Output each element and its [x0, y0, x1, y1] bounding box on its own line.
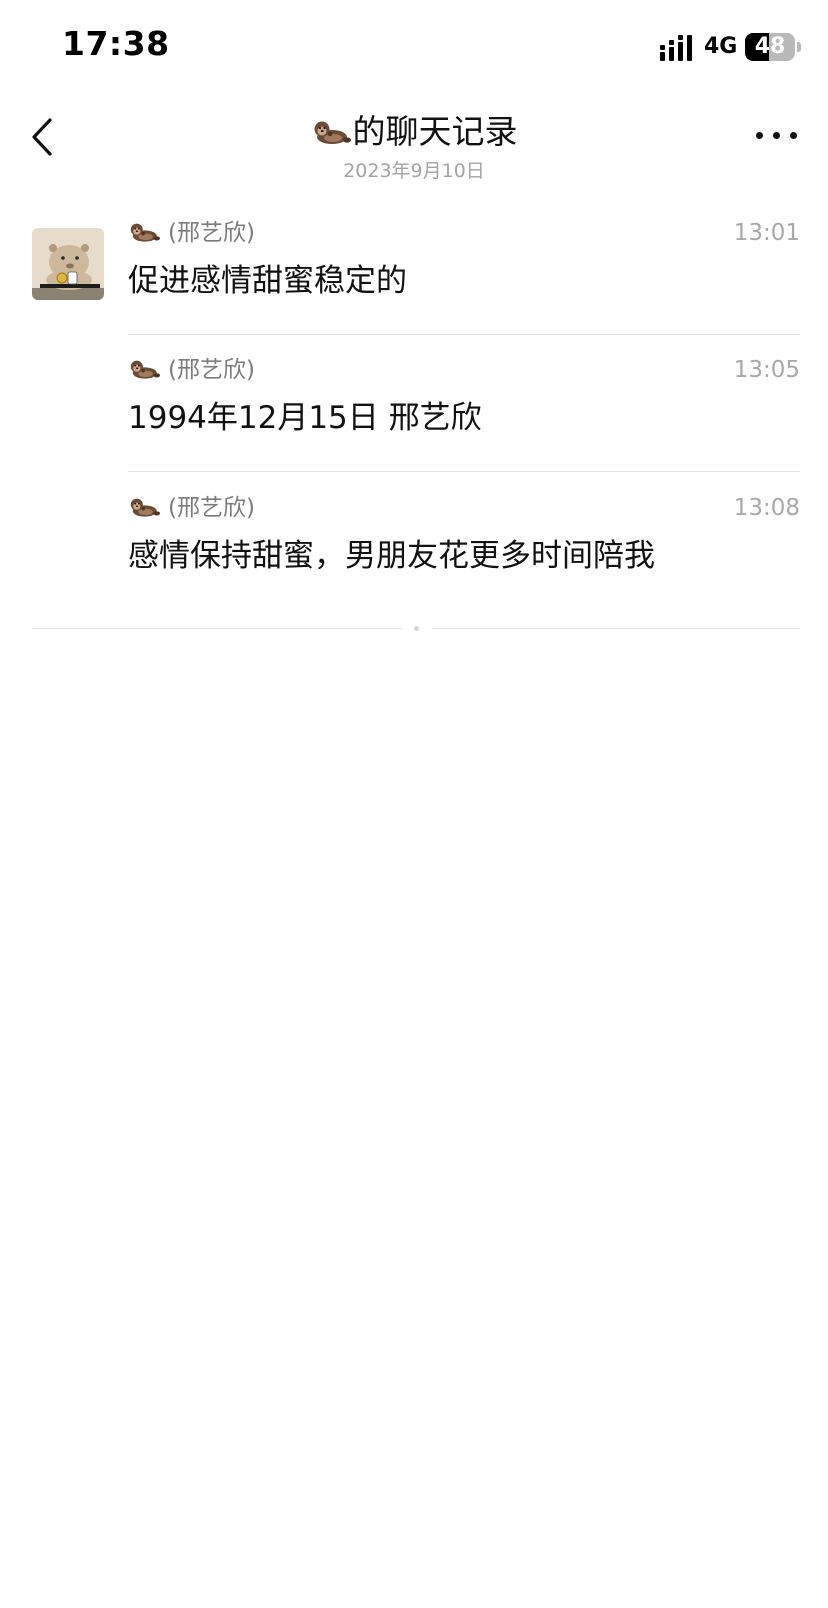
network-type: 4G [704, 34, 738, 59]
sender-line: (邢艺欣) [128, 218, 255, 248]
otter-emoji [311, 117, 351, 147]
back-button[interactable] [26, 112, 66, 162]
battery-percentage: 48 [754, 34, 786, 59]
battery-icon: 48 [745, 33, 795, 61]
end-divider-left [32, 628, 402, 629]
chevron-left-icon [32, 118, 52, 156]
sender-avatar[interactable] [32, 228, 104, 300]
sender-name: (邢艺欣) [168, 220, 255, 246]
end-divider-right [432, 628, 800, 629]
chat-record-item[interactable]: (邢艺欣) 13:01 促进感情甜蜜稳定的 [128, 218, 800, 318]
battery-cap [797, 42, 801, 52]
otter-emoji [128, 357, 160, 381]
header-title-group: 的聊天记录 2023年9月10日 [120, 110, 708, 183]
sender-line: (邢艺欣) [128, 355, 255, 385]
message-text: 促进感情甜蜜稳定的 [128, 263, 407, 299]
otter-emoji [128, 495, 160, 519]
more-button[interactable] [754, 120, 800, 150]
page-subtitle-date: 2023年9月10日 [343, 160, 485, 182]
message-text: 感情保持甜蜜，男朋友花更多时间陪我 [128, 538, 655, 574]
chat-record-item[interactable]: (邢艺欣) 13:05 1994年12月15日 邢艺欣 [128, 355, 800, 455]
capybara-avatar-image [32, 228, 104, 300]
sender-line: (邢艺欣) [128, 493, 255, 523]
sender-name: (邢艺欣) [168, 495, 255, 521]
message-time: 13:05 [733, 357, 800, 383]
status-time: 17:38 [62, 24, 170, 63]
chat-record-item[interactable]: (邢艺欣) 13:08 感情保持甜蜜，男朋友花更多时间陪我 [128, 493, 800, 593]
message-time: 13:08 [733, 495, 800, 521]
page-title-text: 的聊天记录 [352, 112, 518, 151]
status-bar: 17:38 4G 48 [0, 0, 828, 96]
record-divider [128, 334, 800, 335]
sender-name: (邢艺欣) [168, 357, 255, 383]
page-title: 的聊天记录 [120, 110, 708, 154]
message-time: 13:01 [733, 220, 800, 246]
record-divider [128, 471, 800, 472]
message-text: 1994年12月15日 邢艺欣 [128, 400, 482, 436]
end-divider-dot [414, 626, 419, 631]
otter-emoji [128, 220, 160, 244]
cellular-signal-icon [660, 35, 692, 61]
